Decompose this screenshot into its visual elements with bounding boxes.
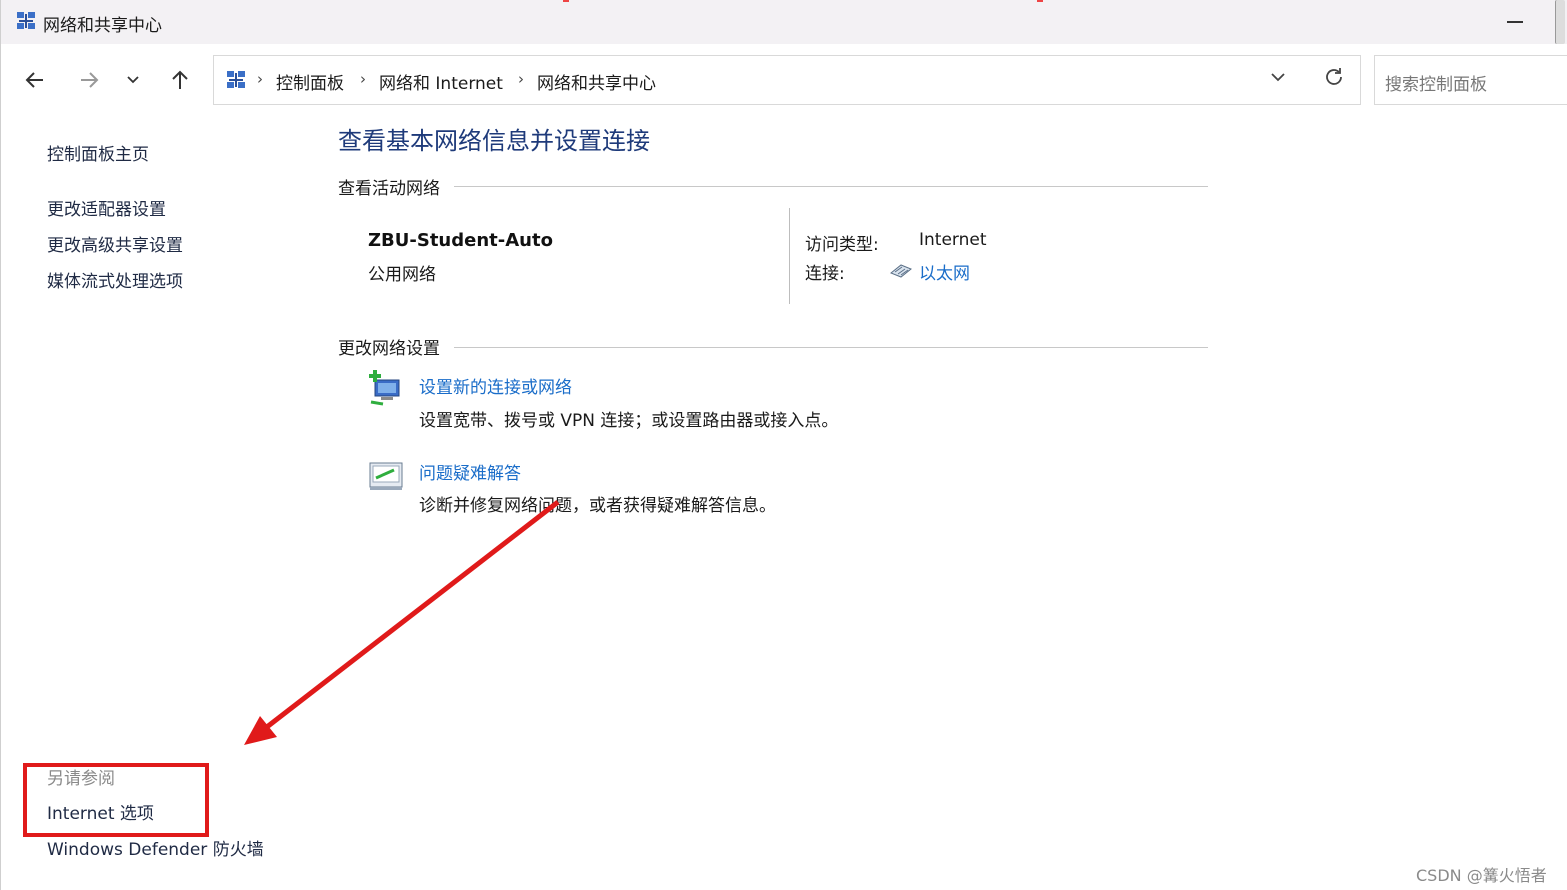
annotation-arrow <box>244 500 560 745</box>
change-settings-label: 更改网络设置 <box>338 339 440 359</box>
chevron-down-icon <box>127 76 139 84</box>
title-bar-decoration <box>563 0 569 2</box>
active-networks-label: 查看活动网络 <box>338 179 440 199</box>
title-bar: 网络和共享中心 <box>1 0 1567 44</box>
navigation-bar: › 控制面板 › 网络和 Internet › 网络和共享中心 搜索控制面板 <box>1 44 1567 116</box>
address-history-button[interactable] <box>1269 68 1287 91</box>
section-divider <box>454 186 1208 187</box>
address-bar[interactable]: › 控制面板 › 网络和 Internet › 网络和共享中心 <box>213 55 1361 105</box>
forward-arrow-icon <box>81 72 99 88</box>
arrow-head-icon <box>244 716 277 745</box>
search-placeholder: 搜索控制面板 <box>1385 75 1487 95</box>
breadcrumb-network-internet[interactable]: 网络和 Internet <box>379 69 503 94</box>
access-type-label: 访问类型: <box>805 235 879 255</box>
minimize-button[interactable] <box>1507 21 1523 23</box>
breadcrumb-separator: › <box>257 70 263 88</box>
sidebar-link-adapter-settings[interactable]: 更改适配器设置 <box>47 195 166 220</box>
window-title: 网络和共享中心 <box>43 16 162 36</box>
new-connection-icon <box>369 370 400 406</box>
connections-label: 连接: <box>805 264 845 284</box>
title-bar-decoration <box>1037 0 1043 2</box>
refresh-icon <box>1326 68 1342 85</box>
ethernet-connection-link[interactable]: 以太网 <box>919 259 970 284</box>
annotation-highlight-box <box>23 763 209 837</box>
refresh-button[interactable] <box>1322 65 1346 95</box>
breadcrumb-separator: › <box>360 70 366 88</box>
forward-button[interactable] <box>73 66 105 94</box>
access-type-value: Internet <box>919 230 987 250</box>
breadcrumb-network-sharing-center[interactable]: 网络和共享中心 <box>537 69 656 94</box>
control-panel-icon <box>227 71 245 88</box>
sidebar-link-control-panel-home[interactable]: 控制面板主页 <box>47 140 149 165</box>
see-also-windows-firewall[interactable]: Windows Defender 防火墙 <box>47 835 264 860</box>
up-arrow-icon <box>172 70 188 89</box>
task-troubleshoot-link[interactable]: 问题疑难解答 <box>419 459 521 484</box>
up-button[interactable] <box>164 66 196 94</box>
task-setup-connection-link[interactable]: 设置新的连接或网络 <box>419 373 572 398</box>
task-troubleshoot-description: 诊断并修复网络问题，或者获得疑难解答信息。 <box>419 496 776 516</box>
network-info-divider <box>789 208 790 304</box>
task-setup-connection-description: 设置宽带、拨号或 VPN 连接；或设置路由器或接入点。 <box>419 411 839 431</box>
search-control-panel-input[interactable]: 搜索控制面板 <box>1374 55 1567 105</box>
network-category: 公用网络 <box>368 265 436 285</box>
back-button[interactable] <box>19 66 51 94</box>
sidebar-link-media-streaming[interactable]: 媒体流式处理选项 <box>47 267 183 292</box>
network-center-icon <box>17 12 35 29</box>
sidebar-link-advanced-sharing[interactable]: 更改高级共享设置 <box>47 231 183 256</box>
troubleshoot-icon <box>369 462 403 490</box>
network-name: ZBU-Student-Auto <box>368 230 553 251</box>
section-divider <box>454 347 1208 348</box>
watermark: CSDN @篝火悟者 <box>1416 866 1547 885</box>
ethernet-icon <box>890 264 912 278</box>
recent-locations-button[interactable] <box>117 66 149 94</box>
network-sharing-center-window: 网络和共享中心 › 控制面板 › 网络和 Internet › 网络和共享中心 … <box>0 0 1567 890</box>
breadcrumb-control-panel[interactable]: 控制面板 <box>276 69 344 94</box>
window-edge-scrollbar[interactable] <box>1555 0 1565 44</box>
page-title: 查看基本网络信息并设置连接 <box>338 127 650 155</box>
breadcrumb-separator: › <box>518 70 524 88</box>
chevron-down-icon <box>1271 73 1285 82</box>
back-arrow-icon <box>25 72 43 88</box>
